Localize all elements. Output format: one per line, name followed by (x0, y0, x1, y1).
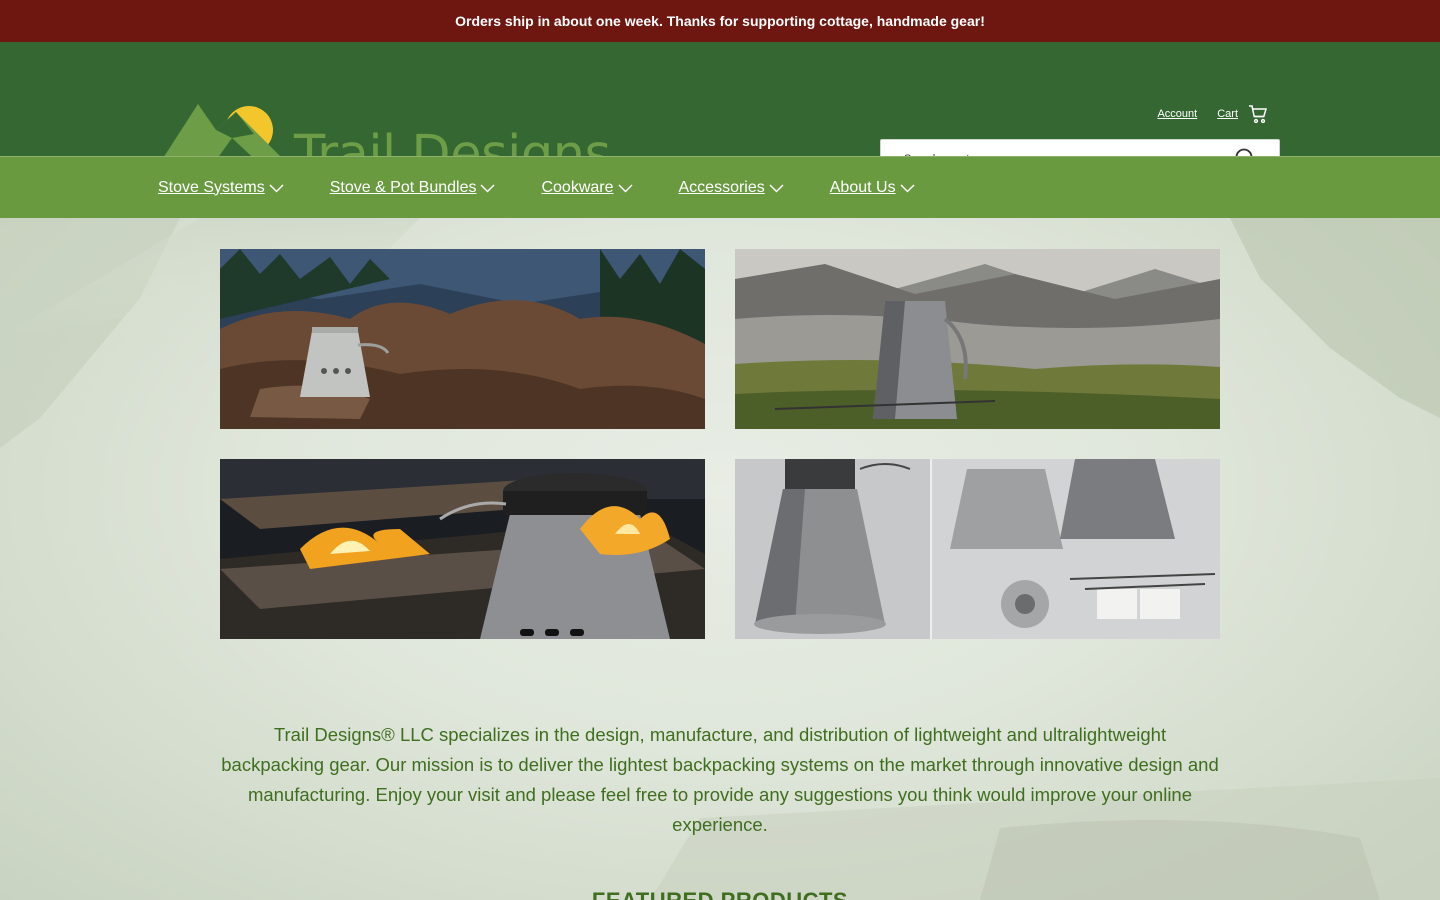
gallery-image-stove-on-rocks[interactable] (220, 249, 705, 429)
announcement-text: Orders ship in about one week. Thanks fo… (455, 13, 985, 29)
featured-products-heading: FEATURED PRODUCTS (0, 888, 1440, 900)
intro-paragraph: Trail Designs® LLC specializes in the de… (221, 724, 1219, 835)
account-link[interactable]: Account (1157, 108, 1197, 120)
gallery-image-stove-components[interactable] (735, 459, 1220, 639)
nav-item-cookware[interactable]: Cookware (541, 179, 633, 197)
nav-item-label[interactable]: Stove Systems (158, 179, 265, 197)
cart-icon[interactable] (1248, 104, 1268, 124)
main-content: Trail Designs® LLC specializes in the de… (0, 218, 1440, 900)
nav-item-label[interactable]: Stove & Pot Bundles (330, 179, 477, 197)
nav-item-bundles[interactable]: Stove & Pot Bundles (330, 179, 496, 197)
cart-label[interactable]: Cart (1217, 108, 1238, 120)
gallery-image-kettle-alpine[interactable] (735, 249, 1220, 429)
chevron-down-icon (480, 183, 495, 193)
nav-item-about-us[interactable]: About Us (830, 179, 915, 197)
chevron-down-icon (617, 183, 633, 193)
cart-link[interactable]: Cart (1217, 104, 1268, 124)
nav-item-label[interactable]: About Us (830, 179, 896, 197)
chevron-down-icon (769, 183, 784, 193)
site-header: Trail Designs Account Cart (0, 42, 1440, 180)
nav-item-accessories[interactable]: Accessories (679, 179, 784, 197)
nav-item-label[interactable]: Cookware (541, 179, 613, 197)
announcement-bar: Orders ship in about one week. Thanks fo… (0, 0, 1440, 42)
header-links: Account Cart (1157, 104, 1268, 124)
gallery-image-stove-fire[interactable] (220, 459, 705, 639)
nav-item-label[interactable]: Accessories (679, 179, 765, 197)
chevron-down-icon (269, 183, 284, 193)
nav-item-stove-systems[interactable]: Stove Systems (158, 179, 284, 197)
chevron-down-icon (900, 183, 915, 193)
main-navigation: Stove Systems Stove & Pot Bundles Cookwa… (0, 156, 1440, 218)
